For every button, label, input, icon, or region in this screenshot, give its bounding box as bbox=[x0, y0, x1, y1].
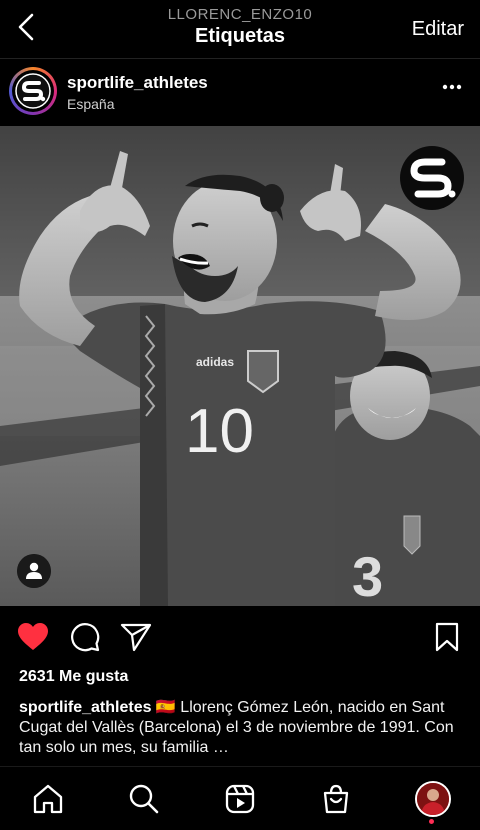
post-header: sportlife_athletes España bbox=[0, 59, 480, 125]
caption-username[interactable]: sportlife_athletes bbox=[19, 699, 151, 716]
page-title: Etiquetas bbox=[194, 25, 286, 47]
notification-dot bbox=[429, 819, 434, 824]
bottom-nav bbox=[0, 766, 480, 830]
svg-text:adidas: adidas bbox=[196, 355, 234, 369]
post-author-username[interactable]: sportlife_athletes bbox=[67, 73, 208, 93]
author-avatar[interactable] bbox=[9, 67, 57, 115]
home-icon[interactable] bbox=[32, 783, 64, 815]
profile-avatar[interactable] bbox=[415, 781, 451, 817]
top-bar: LLORENC_ENZO10 Etiquetas Editar bbox=[0, 0, 480, 58]
shop-icon[interactable] bbox=[320, 783, 352, 815]
user-tag-icon[interactable] bbox=[17, 554, 51, 588]
sportlife-logo-icon bbox=[15, 73, 51, 109]
reels-icon[interactable] bbox=[224, 783, 256, 815]
more-options-icon[interactable] bbox=[442, 84, 462, 90]
post-image[interactable]: 3 adidas 10 bbox=[0, 126, 480, 606]
profile-username: LLORENC_ENZO10 bbox=[167, 6, 313, 23]
sportlife-watermark-icon bbox=[400, 146, 464, 210]
jersey-number-1: 10 bbox=[185, 397, 254, 466]
comment-icon[interactable] bbox=[70, 622, 100, 652]
post-location[interactable]: España bbox=[67, 96, 114, 112]
post-actions bbox=[0, 606, 480, 668]
search-icon[interactable] bbox=[128, 783, 160, 815]
athlete-photo: 3 adidas 10 bbox=[0, 126, 480, 606]
send-icon[interactable] bbox=[120, 622, 152, 652]
jersey-number-2: 3 bbox=[352, 545, 383, 606]
like-count[interactable]: 2631 Me gusta bbox=[19, 668, 128, 686]
edit-button[interactable]: Editar bbox=[412, 18, 464, 41]
post-caption: sportlife_athletes 🇪🇸 Llorenç Gómez León… bbox=[19, 698, 461, 758]
bookmark-icon[interactable] bbox=[435, 622, 459, 652]
heart-icon[interactable] bbox=[17, 622, 49, 652]
